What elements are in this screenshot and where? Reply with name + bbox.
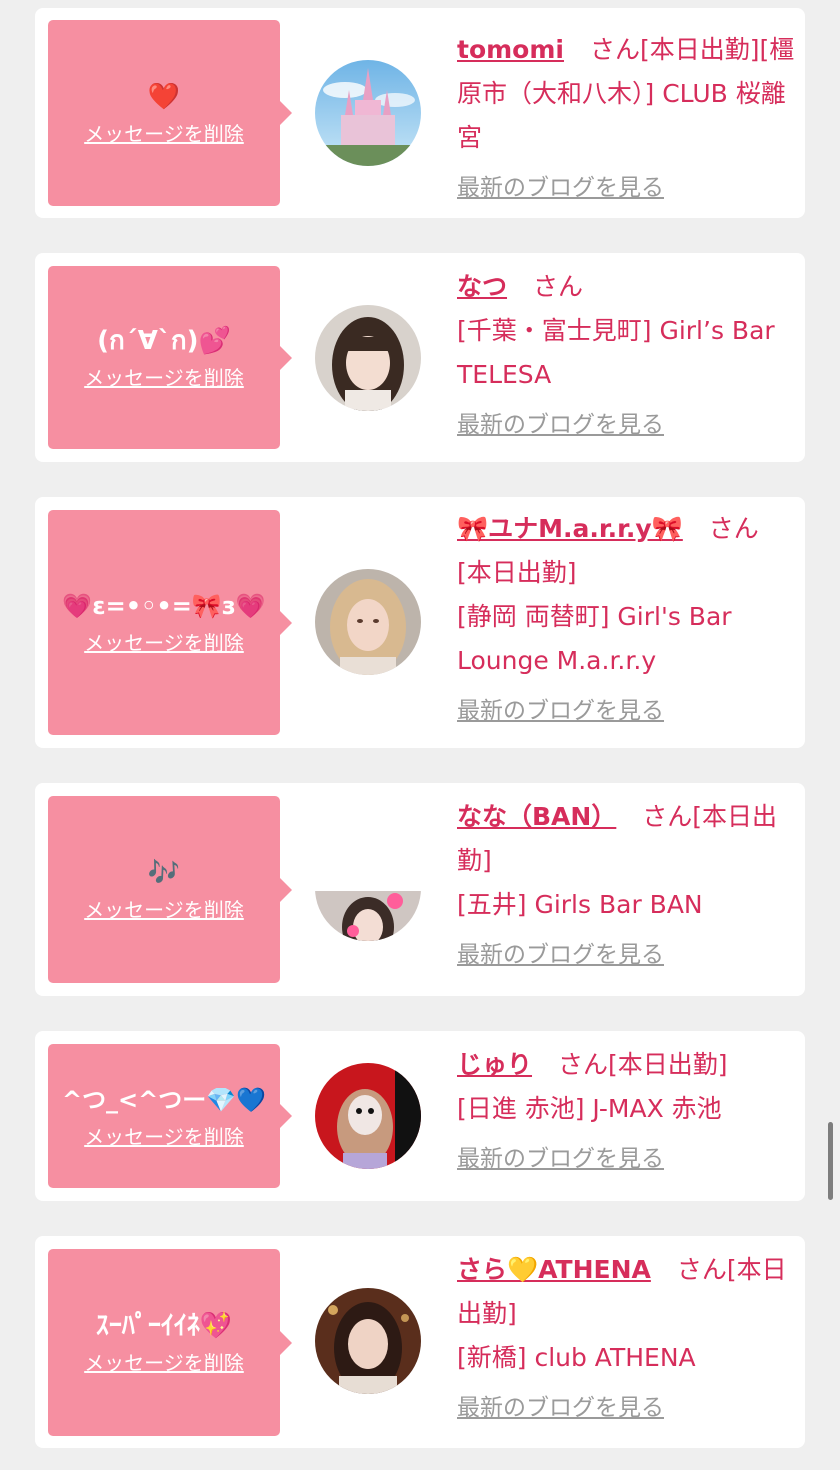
message-card: ❤️ メッセージを削除 tomomi さん[本日出勤][橿原市（大和八木）] C… (35, 8, 805, 218)
avatar[interactable] (315, 60, 421, 166)
delete-message-link[interactable]: メッセージを削除 (84, 1121, 244, 1150)
cast-info: tomomi さん[本日出勤][橿原市（大和八木）] CLUB 桜離宮 最新のブ… (457, 28, 797, 204)
message-bubble: ｽｰﾊﾟｰｲｲﾈ💖 メッセージを削除 (48, 1249, 280, 1436)
honorific: さん (589, 35, 640, 64)
cast-info: なつ さん [千葉・富士見町] Girl’s Bar TELESA 最新のブログ… (457, 265, 797, 441)
message-card: ^つ_<^つー💎💙 メッセージを削除 じゅり さん[本日出勤] [日進 赤池] … (35, 1031, 805, 1201)
cast-info: 🎀ユナM.a.r.r.y🎀 さん [本日出勤] [静岡 両替町] Girl's … (457, 507, 797, 727)
honorific: さん (557, 1050, 608, 1079)
castle-avatar-image (315, 60, 421, 166)
avatar[interactable] (315, 835, 421, 941)
latest-blog-link[interactable]: 最新のブログを見る (457, 172, 797, 204)
message-text: 💗ɛ=•◦•=🎀з💗 (62, 592, 266, 620)
honorific: さん (676, 1255, 727, 1284)
avatar[interactable] (315, 305, 421, 411)
message-text: 🎶 (147, 858, 181, 888)
cast-name-link[interactable]: じゅり (457, 1050, 532, 1079)
girl-avatar-cropped-image (315, 835, 421, 941)
message-bubble: 💗ɛ=•◦•=🎀з💗 メッセージを削除 (48, 510, 280, 735)
message-bubble: 🎶 メッセージを削除 (48, 796, 280, 983)
cast-name-link[interactable]: さら💛ATHENA (457, 1255, 651, 1284)
honorific: さん (532, 272, 583, 301)
latest-blog-link[interactable]: 最新のブログを見る (457, 1143, 797, 1175)
cast-name-link[interactable]: 🎀ユナM.a.r.r.y🎀 (457, 514, 683, 543)
message-card: 💗ɛ=•◦•=🎀з💗 メッセージを削除 🎀ユナM.a.r.r.y🎀 さん [本日… (35, 497, 805, 748)
delete-message-link[interactable]: メッセージを削除 (84, 627, 244, 656)
cast-details: [千葉・富士見町] Girl’s Bar TELESA (457, 316, 775, 389)
message-card: ｽｰﾊﾟｰｲｲﾈ💖 メッセージを削除 さら💛ATHENA さん[本日出勤] [新… (35, 1236, 805, 1448)
avatar[interactable] (315, 569, 421, 675)
delete-message-link[interactable]: メッセージを削除 (84, 362, 244, 391)
cast-info: じゅり さん[本日出勤] [日進 赤池] J-MAX 赤池 最新のブログを見る (457, 1043, 797, 1175)
girl-red-background-avatar-image (315, 1063, 421, 1169)
delete-message-link[interactable]: メッセージを削除 (84, 1347, 244, 1376)
honorific: さん (708, 514, 759, 543)
message-text: ｽｰﾊﾟｰｲｲﾈ💖 (95, 1311, 233, 1341)
cast-details: [本日出勤] [静岡 両替町] Girl's Bar Lounge M.a.r.… (457, 558, 732, 675)
cast-name-link[interactable]: tomomi (457, 35, 564, 64)
girl-dark-avatar-image (315, 1288, 421, 1394)
message-card: (ก´∀`ก)💕 メッセージを削除 なつ さん [千葉・富士見町] Girl’s… (35, 253, 805, 462)
cast-info: なな（BAN） さん[本日出勤] [五井] Girls Bar BAN 最新のブ… (457, 795, 797, 971)
girl-avatar-image (315, 305, 421, 411)
avatar[interactable] (315, 1288, 421, 1394)
message-text: ❤️ (147, 81, 181, 112)
cast-name-link[interactable]: なな（BAN） (457, 802, 616, 831)
avatar[interactable] (315, 1063, 421, 1169)
latest-blog-link[interactable]: 最新のブログを見る (457, 695, 797, 727)
delete-message-link[interactable]: メッセージを削除 (84, 118, 244, 147)
cast-name-link[interactable]: なつ (457, 272, 507, 301)
latest-blog-link[interactable]: 最新のブログを見る (457, 409, 797, 441)
latest-blog-link[interactable]: 最新のブログを見る (457, 939, 797, 971)
message-bubble: ^つ_<^つー💎💙 メッセージを削除 (48, 1044, 280, 1188)
message-card: 🎶 メッセージを削除 なな（BAN） さん[本日出勤] [五井] Girls B… (35, 783, 805, 996)
honorific: さん (642, 802, 693, 831)
delete-message-link[interactable]: メッセージを削除 (84, 894, 244, 923)
message-bubble: (ก´∀`ก)💕 メッセージを削除 (48, 266, 280, 449)
message-text: (ก´∀`ก)💕 (97, 326, 231, 356)
scrollbar[interactable] (828, 1122, 833, 1200)
blonde-girl-avatar-image (315, 569, 421, 675)
latest-blog-link[interactable]: 最新のブログを見る (457, 1392, 797, 1424)
message-text: ^つ_<^つー💎💙 (61, 1085, 267, 1114)
message-bubble: ❤️ メッセージを削除 (48, 20, 280, 206)
cast-info: さら💛ATHENA さん[本日出勤] [新橋] club ATHENA 最新のブ… (457, 1248, 797, 1424)
